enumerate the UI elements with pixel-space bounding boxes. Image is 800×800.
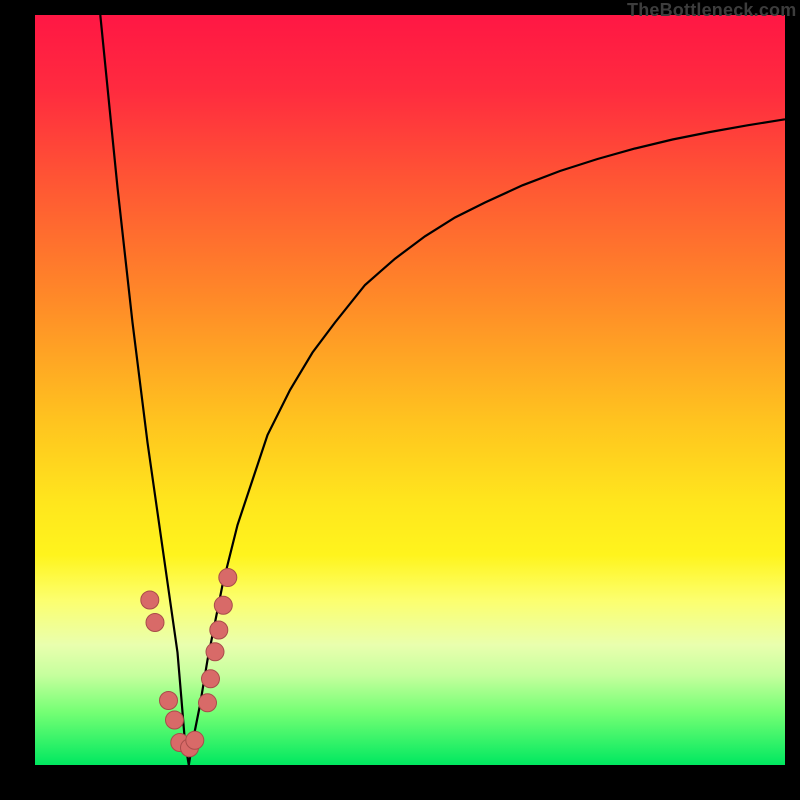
highlight-dot (199, 694, 217, 712)
outer-frame: TheBottleneck.com (0, 0, 800, 800)
mismatch-curve (100, 15, 785, 765)
watermark-text: TheBottleneck.com (627, 0, 796, 18)
highlight-dot (214, 596, 232, 614)
highlight-dot (141, 591, 159, 609)
highlight-dot (219, 569, 237, 587)
highlight-dot (146, 614, 164, 632)
highlight-dot (210, 621, 228, 639)
highlight-dot (186, 731, 204, 749)
plot-area (35, 15, 785, 765)
highlight-dot (160, 692, 178, 710)
chart-svg (35, 15, 785, 765)
highlight-dot (166, 711, 184, 729)
highlight-dots (141, 569, 237, 757)
highlight-dot (202, 670, 220, 688)
highlight-dot (206, 643, 224, 661)
